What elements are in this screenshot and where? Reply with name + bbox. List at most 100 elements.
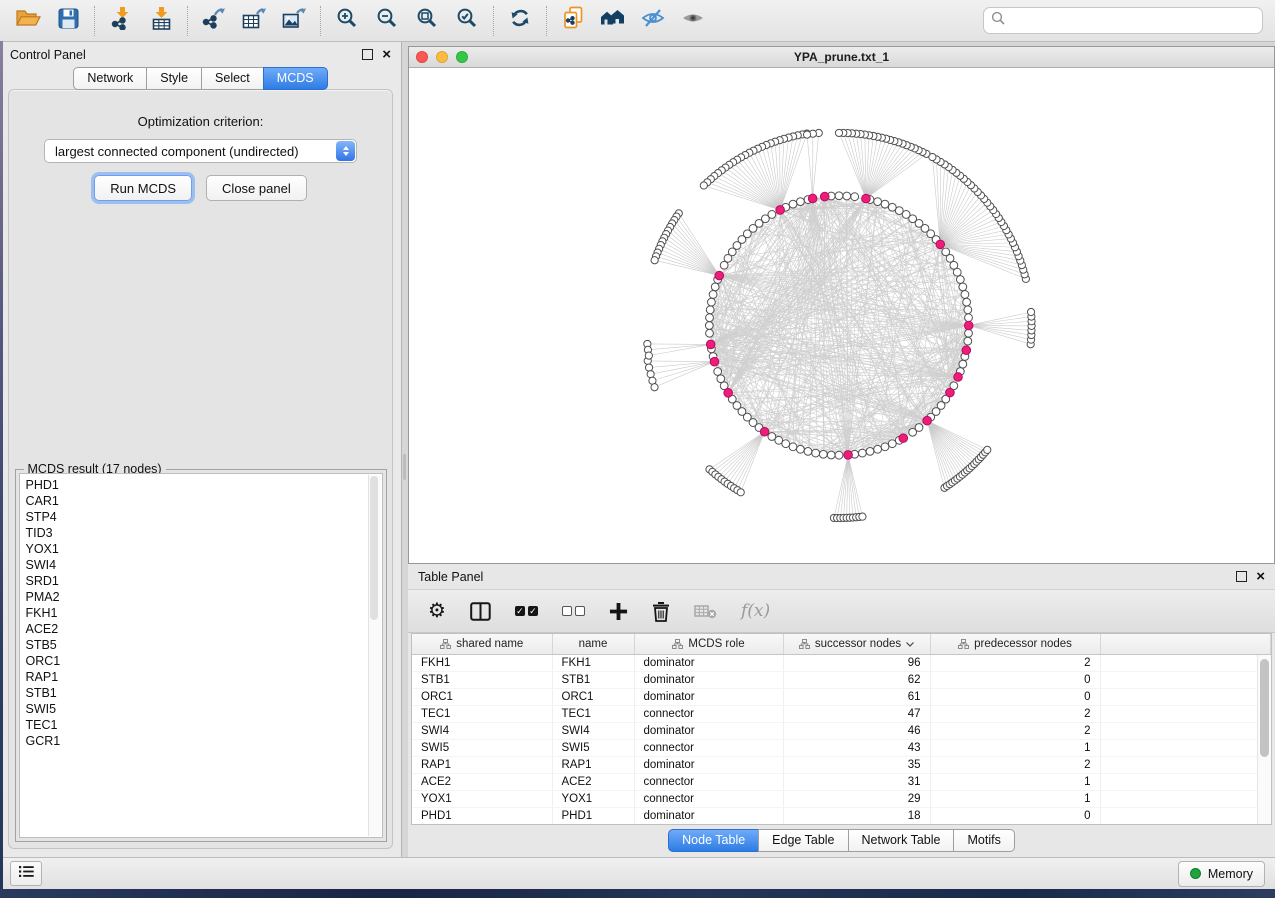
cell-name[interactable]: ACE2 <box>552 774 634 791</box>
column-header-name[interactable]: name <box>552 634 634 655</box>
settings-gear-icon[interactable]: ⚙ <box>428 601 446 621</box>
memory-button[interactable]: Memory <box>1178 861 1265 887</box>
network-node[interactable] <box>843 192 851 200</box>
network-node[interactable] <box>720 261 728 269</box>
network-node[interactable] <box>942 248 950 256</box>
cell-predecessor-nodes[interactable]: 2 <box>930 757 1100 774</box>
network-node[interactable] <box>706 314 714 322</box>
cell-name[interactable]: RAP1 <box>552 757 634 774</box>
cell-successor-nodes[interactable]: 61 <box>783 689 930 706</box>
cell-name[interactable]: PHD1 <box>552 808 634 825</box>
zoom-out-button[interactable] <box>370 5 404 37</box>
network-node[interactable] <box>874 445 882 453</box>
mcds-node-item[interactable]: STB5 <box>20 637 382 653</box>
mcds-node-item[interactable]: PMA2 <box>20 589 382 605</box>
network-node[interactable] <box>804 447 812 455</box>
cell-successor-nodes[interactable]: 43 <box>783 740 930 757</box>
cell-mcds-role[interactable]: dominator <box>634 757 783 774</box>
column-header-successor-nodes[interactable]: successor nodes <box>783 634 930 655</box>
cell-name[interactable]: SWI5 <box>552 740 634 757</box>
leaf-node[interactable] <box>929 153 936 160</box>
network-node[interactable] <box>709 291 717 299</box>
cell-name[interactable]: STB1 <box>552 672 634 689</box>
dominator-node[interactable] <box>923 416 932 425</box>
mcds-node-item[interactable]: FKH1 <box>20 605 382 621</box>
cell-shared-name[interactable]: ORC1 <box>412 689 552 706</box>
mcds-node-item[interactable]: CAR1 <box>20 493 382 509</box>
share-document-button[interactable] <box>556 5 590 37</box>
tab-mcds[interactable]: MCDS <box>263 67 328 90</box>
network-node[interactable] <box>915 424 923 432</box>
mcds-node-item[interactable]: YOX1 <box>20 541 382 557</box>
cell-successor-nodes[interactable]: 47 <box>783 706 930 723</box>
close-table-panel-icon[interactable]: × <box>1256 572 1265 582</box>
cell-successor-nodes[interactable]: 18 <box>783 808 930 825</box>
network-node[interactable] <box>965 314 973 322</box>
cell-shared-name[interactable]: TEC1 <box>412 706 552 723</box>
float-table-panel-icon[interactable] <box>1236 571 1247 582</box>
column-header-mcds-role[interactable]: MCDS role <box>634 634 783 655</box>
cell-successor-nodes[interactable]: 31 <box>783 774 930 791</box>
network-node[interactable] <box>881 443 889 451</box>
dominator-node[interactable] <box>820 192 829 201</box>
window-maximize-traffic-light[interactable] <box>456 51 468 63</box>
cell-predecessor-nodes[interactable]: 2 <box>930 655 1100 672</box>
cell-mcds-role[interactable]: connector <box>634 791 783 808</box>
dominator-node[interactable] <box>760 427 769 436</box>
node-table-row-yox1[interactable]: YOX1YOX1connector291 <box>412 791 1271 808</box>
network-node[interactable] <box>874 198 882 206</box>
network-node[interactable] <box>714 368 722 376</box>
export-network-button[interactable] <box>197 5 231 37</box>
node-table-row-phd1[interactable]: PHD1PHD1dominator180 <box>412 808 1271 825</box>
mcds-node-item[interactable]: PHD1 <box>20 477 382 493</box>
cell-name[interactable]: TEC1 <box>552 706 634 723</box>
cell-mcds-role[interactable]: dominator <box>634 689 783 706</box>
dominator-node[interactable] <box>936 240 945 249</box>
leaf-node[interactable] <box>859 513 866 520</box>
network-node[interactable] <box>782 440 790 448</box>
cell-successor-nodes[interactable]: 96 <box>783 655 930 672</box>
mcds-node-item[interactable]: TEC1 <box>20 717 382 733</box>
cell-successor-nodes[interactable]: 62 <box>783 672 930 689</box>
open-file-button[interactable] <box>11 5 45 37</box>
cell-predecessor-nodes[interactable]: 2 <box>930 706 1100 723</box>
mcds-node-item[interactable]: SWI4 <box>20 557 382 573</box>
dominator-node[interactable] <box>954 373 963 382</box>
network-node[interactable] <box>866 447 874 455</box>
export-image-button[interactable] <box>277 5 311 37</box>
panel-splitter-handle[interactable] <box>403 454 406 480</box>
dominator-node[interactable] <box>715 271 724 280</box>
function-builder-icon[interactable]: f(x) <box>741 601 770 621</box>
show-all-button[interactable] <box>676 5 710 37</box>
deselect-all-icon[interactable] <box>562 606 585 616</box>
cell-shared-name[interactable]: SWI5 <box>412 740 552 757</box>
cell-name[interactable]: ORC1 <box>552 689 634 706</box>
network-node[interactable] <box>827 451 835 459</box>
column-header-predecessor-nodes[interactable]: predecessor nodes <box>930 634 1100 655</box>
table-scrollbar-thumb[interactable] <box>1260 659 1269 757</box>
mcds-node-item[interactable]: GCR1 <box>20 733 382 749</box>
zoom-in-button[interactable] <box>330 5 364 37</box>
mcds-node-item[interactable]: SWI5 <box>20 701 382 717</box>
node-table-row-fkh1[interactable]: FKH1FKH1dominator962 <box>412 655 1271 672</box>
node-table-row-orc1[interactable]: ORC1ORC1dominator610 <box>412 689 1271 706</box>
save-session-button[interactable] <box>51 5 85 37</box>
cell-mcds-role[interactable]: dominator <box>634 723 783 740</box>
network-node[interactable] <box>797 445 805 453</box>
leaf-node[interactable] <box>645 364 652 371</box>
close-panel-button[interactable]: Close panel <box>206 175 307 201</box>
table-tab-network-table[interactable]: Network Table <box>848 829 955 852</box>
dominator-node[interactable] <box>706 340 715 349</box>
dominator-node[interactable] <box>844 451 853 460</box>
mcds-node-item[interactable]: SRD1 <box>20 573 382 589</box>
cell-shared-name[interactable]: RAP1 <box>412 757 552 774</box>
network-node[interactable] <box>711 283 719 291</box>
tab-style[interactable]: Style <box>146 67 202 90</box>
cell-predecessor-nodes[interactable]: 0 <box>930 672 1100 689</box>
node-table-row-swi5[interactable]: SWI5SWI5connector431 <box>412 740 1271 757</box>
table-scrollbar[interactable] <box>1257 655 1271 824</box>
network-node[interactable] <box>789 200 797 208</box>
network-node[interactable] <box>858 449 866 457</box>
dominator-node[interactable] <box>964 321 973 330</box>
node-table-row-rap1[interactable]: RAP1RAP1dominator352 <box>412 757 1271 774</box>
